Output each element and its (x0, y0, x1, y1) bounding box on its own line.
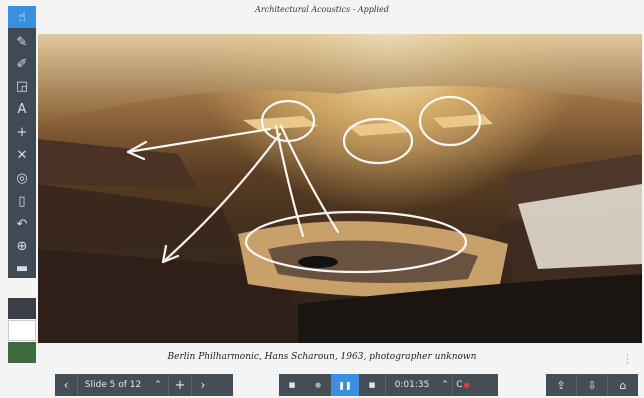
concert-hall-photo (38, 34, 642, 343)
slide-image (38, 34, 642, 343)
add-slide-button[interactable]: + (169, 374, 191, 396)
end-button[interactable]: ■ (359, 374, 385, 396)
hand-icon[interactable]: ☝ (8, 6, 36, 28)
spotlight-icon[interactable]: ◎ (8, 167, 36, 189)
camera-record-label: C (456, 380, 463, 390)
page-icon[interactable]: ▯ (8, 190, 36, 212)
color-swatch-dark[interactable] (8, 298, 36, 319)
previous-slide-button[interactable]: ‹ (55, 374, 77, 396)
share-icon[interactable]: ⇪ (546, 374, 576, 396)
more-options-icon[interactable]: · · · (626, 352, 632, 368)
presentation-title: Architectural Acoustics - Applied (255, 5, 389, 14)
timer-menu-chevron-icon[interactable]: ⌃ (438, 374, 452, 396)
next-slide-button[interactable]: › (192, 374, 214, 396)
text-icon[interactable]: A (8, 98, 36, 120)
delete-icon[interactable]: ✕ (8, 144, 36, 166)
pen-icon[interactable]: ✎ (8, 31, 36, 53)
highlighter-icon[interactable]: ✐ (8, 53, 36, 75)
export-icon[interactable]: ⇩ (577, 374, 607, 396)
record-dot-icon[interactable]: ● (305, 374, 331, 396)
shapes-icon[interactable]: ◲ (8, 75, 36, 97)
home-icon[interactable]: ⌂ (608, 374, 638, 396)
stop-button[interactable]: ■ (279, 374, 305, 396)
image-caption: Berlin Philharmonic, Hans Scharoun, 1963… (167, 352, 477, 362)
record-indicator-icon: ● (463, 381, 470, 389)
pause-button[interactable]: ❚❚ (331, 374, 359, 396)
playback-controls-bar: ■ ● ❚❚ ■ 0:01:35 ⌃ C ● (279, 374, 498, 396)
add-icon[interactable]: + (8, 121, 36, 143)
elapsed-timer: 0:01:35 (394, 380, 430, 390)
slide-navigation-bar: ‹ Slide 5 of 12 ⌃ + › (55, 374, 233, 396)
color-swatch-white[interactable] (8, 320, 36, 341)
camera-record-button[interactable]: C ● (453, 374, 473, 396)
actions-bar: ⇪ ⇩ ⌂ (546, 374, 638, 396)
slide-menu-chevron-icon[interactable]: ⌃ (148, 374, 168, 396)
slide-counter[interactable]: Slide 5 of 12 (78, 374, 148, 396)
undo-icon[interactable]: ↶ (8, 213, 36, 235)
zoom-icon[interactable]: ⊕ (8, 235, 36, 257)
annotation-toolbar: ☝ ✎ ✐ ◲ A + ✕ ◎ ▯ ↶ ⊕ ▬ (8, 6, 36, 278)
screen-icon[interactable]: ▬ (8, 257, 36, 279)
